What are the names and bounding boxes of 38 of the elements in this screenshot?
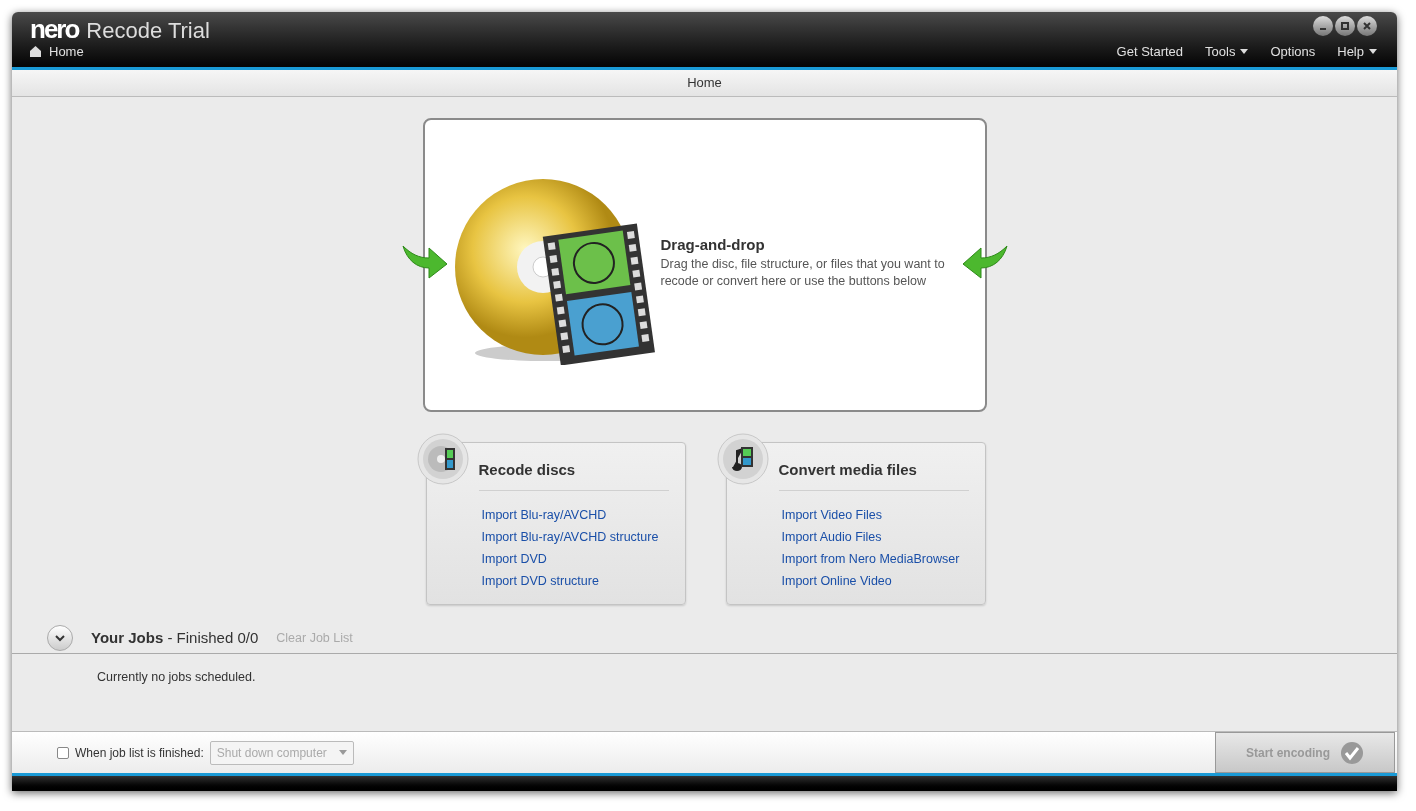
chevron-icon bbox=[55, 633, 65, 643]
page-title: Home bbox=[687, 74, 722, 93]
drop-zone-text: Drag the disc, file structure, or files that you want to recode or convert here or use the buttons below bbox=[660, 256, 946, 291]
caret-icon bbox=[1369, 48, 1377, 54]
menu-item[interactable]: Options bbox=[1270, 41, 1316, 61]
menu-item[interactable]: Help bbox=[1337, 41, 1377, 61]
breadcrumb-home[interactable]: Home bbox=[30, 42, 210, 64]
jobs-title: Your Jobs - Finished 0/0 bbox=[91, 627, 259, 648]
import-link[interactable]: Import from Nero MediaBrowser bbox=[781, 550, 960, 568]
home-icon bbox=[30, 46, 41, 58]
caret-icon bbox=[338, 750, 347, 755]
import-link[interactable]: Import Audio Files bbox=[781, 528, 882, 546]
drop-zone[interactable]: Drag-and-drop Drag the disc, file structure, or files that you want to recode or convert here or use the buttons below bbox=[422, 118, 987, 412]
import-link[interactable]: Import Video Files bbox=[781, 506, 882, 524]
minimize-icon bbox=[1320, 28, 1326, 30]
window-title: Recode Trial bbox=[86, 20, 210, 42]
import-link[interactable]: Import DVD bbox=[481, 550, 547, 568]
minimize-button[interactable] bbox=[1313, 16, 1333, 36]
import-link[interactable]: Import DVD structure bbox=[481, 572, 599, 590]
panel-title: Convert media files bbox=[778, 459, 969, 491]
jobs-toggle-button[interactable] bbox=[47, 625, 73, 651]
maximize-icon bbox=[1340, 21, 1350, 31]
import-link[interactable]: Import Blu-ray/AVCHD structure bbox=[481, 528, 659, 546]
jobs-empty-message: Currently no jobs scheduled. bbox=[97, 670, 256, 684]
checkbox-label: When job list is finished: bbox=[75, 744, 204, 762]
import-link[interactable]: Import Online Video bbox=[781, 572, 892, 590]
menu-item[interactable]: Tools bbox=[1205, 41, 1249, 61]
checkmark-icon bbox=[1340, 740, 1364, 765]
menu-item[interactable]: Get Started bbox=[1116, 41, 1184, 61]
logo: nero bbox=[30, 16, 79, 42]
checkbox[interactable] bbox=[57, 746, 69, 759]
caret-icon bbox=[1240, 48, 1249, 54]
drop-zone-title: Drag-and-drop bbox=[660, 234, 766, 255]
maximize-button[interactable] bbox=[1335, 16, 1355, 36]
panel-title: Recode discs bbox=[478, 459, 669, 491]
close-button[interactable] bbox=[1357, 16, 1377, 36]
close-icon bbox=[1362, 21, 1372, 31]
import-link[interactable]: Import Blu-ray/AVCHD bbox=[481, 506, 607, 524]
